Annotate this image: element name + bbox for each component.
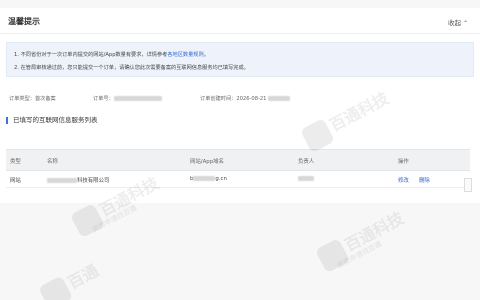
watermark-logo [314, 237, 350, 273]
collapse-toggle[interactable]: 收起 ⌃ [448, 17, 468, 27]
watermark-brand: 百通科技 [341, 208, 407, 256]
watermark: 百通科技 [314, 205, 409, 273]
delete-link[interactable]: 删除 [419, 176, 430, 184]
table-row: 网站 科技有限公司 b g.cn 修改 删除 [6, 171, 470, 188]
collapse-label: 收起 [447, 19, 461, 27]
tip-line-1-text: 1. 不同省份对于一次订单内提交的网站/App数量有要求，详情参考 [14, 52, 168, 58]
name-redacted [47, 178, 77, 183]
section-title: 已填写的互联网信息服务列表 [6, 117, 98, 124]
col-actions: 操作 [398, 159, 409, 165]
tip-line-2: 2. 在管局审核通过前，您只能提交一个订单，请确认您此次需要备案的互联网信息服务… [14, 65, 249, 71]
row-name-suffix: 科技有限公司 [77, 178, 110, 184]
col-type: 类型 [10, 159, 21, 165]
order-time: 订单创建时间：2026-08-21 [200, 95, 291, 102]
order-id: 订单号： [93, 95, 162, 102]
row-domain: b g.cn [190, 176, 227, 182]
col-domain: 网站/App域名 [190, 159, 224, 165]
watermark-logo [37, 275, 73, 300]
watermark: 百通 [37, 257, 104, 300]
order-id-redacted [113, 96, 162, 101]
row-type: 网站 [10, 178, 21, 184]
scrollbar-stub[interactable] [464, 178, 472, 192]
order-type: 订单类型：首次备案 [9, 95, 56, 102]
order-time-label: 订单创建时间： [200, 96, 237, 102]
order-type-value: 首次备案 [34, 96, 56, 102]
row-name: 科技有限公司 [47, 176, 109, 184]
region-rules-link[interactable]: 各地区数量规则 [167, 52, 203, 58]
tip-line-1-suffix: 。 [203, 52, 209, 58]
order-time-redacted [268, 96, 291, 101]
watermark-sub: 资质申请找百通 [335, 239, 384, 271]
watermark-sub: 资质申请找百通 [90, 203, 139, 235]
watermark-logo [69, 202, 105, 238]
card-title: 温馨提示 [8, 17, 40, 26]
owner-redacted [298, 176, 314, 181]
card-header: 温馨提示 收起 ⌃ [0, 8, 480, 34]
domain-redacted [193, 176, 216, 181]
chevron-up-icon: ⌃ [462, 20, 468, 27]
order-id-label: 订单号： [93, 96, 114, 102]
tip-line-1: 1. 不同省份对于一次订单内提交的网站/App数量有要求，详情参考各地区数量规则… [14, 51, 209, 58]
watermark-brand-short: 百通 [64, 260, 102, 293]
order-type-label: 订单类型： [9, 96, 35, 102]
page: 温馨提示 收起 ⌃ 1. 不同省份对于一次订单内提交的网站/App数量有要求，详情… [0, 0, 480, 300]
row-owner [298, 176, 314, 182]
service-table: 类型 名称 网站/App域名 负责人 操作 网站 科技有限公司 b g.cn 修改… [6, 149, 470, 188]
tips-box: 1. 不同省份对于一次订单内提交的网站/App数量有要求，详情参考各地区数量规则… [6, 42, 474, 77]
col-name: 名称 [47, 159, 58, 165]
edit-link[interactable]: 修改 [398, 176, 409, 184]
col-owner: 负责人 [298, 159, 315, 165]
row-domain-suffix: g.cn [215, 176, 227, 182]
order-time-value: 2026-08-21 [236, 96, 267, 102]
table-header: 类型 名称 网站/App域名 负责人 操作 [6, 149, 470, 171]
